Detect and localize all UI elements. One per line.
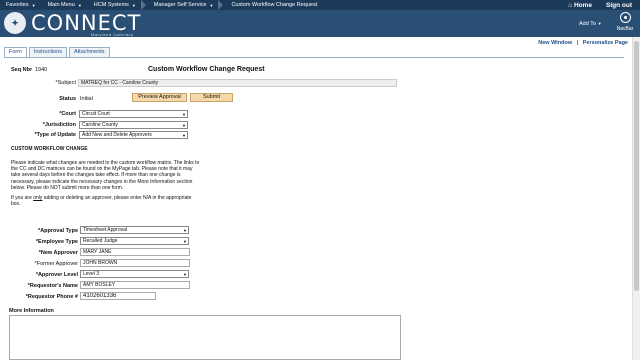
chevron-down-icon: ▼ bbox=[31, 2, 36, 8]
subject-field[interactable]: MATREQ for CC - Caroline County bbox=[78, 79, 397, 87]
home-link[interactable]: ⌂ Home bbox=[568, 2, 592, 9]
requestor-name-label: *Requestor's Name bbox=[27, 283, 78, 289]
tab-bar: Form Instructions Attachments bbox=[4, 47, 624, 58]
navbar-label: NavBar bbox=[616, 26, 634, 32]
page-title: Custom Workflow Change Request bbox=[148, 66, 265, 73]
subject-label: *Subject bbox=[55, 80, 77, 86]
personalize-link[interactable]: Personalize Page bbox=[583, 40, 628, 46]
requestor-name-field[interactable]: AMY BOSLEY bbox=[80, 281, 190, 289]
type-of-update-label: *Type of Update bbox=[34, 132, 76, 138]
navbar-button[interactable]: NavBar bbox=[612, 12, 638, 36]
jurisdiction-label: *Jurisdiction bbox=[42, 122, 76, 128]
jurisdiction-select[interactable]: Caroline County ▼ bbox=[79, 121, 188, 129]
employee-type-value: Recalled Judge bbox=[83, 238, 118, 244]
approver-level-label: *Approver Level bbox=[35, 272, 78, 278]
more-info-label: More Information bbox=[9, 308, 54, 314]
approver-level-value: Level 3 bbox=[83, 271, 100, 277]
chevron-down-icon: ▼ bbox=[182, 123, 186, 128]
breadcrumb-hcm-label: HCM Systems bbox=[93, 2, 129, 8]
chevron-down-icon: ▼ bbox=[209, 2, 214, 8]
jurisdiction-value: Caroline County bbox=[82, 122, 118, 128]
tab-attachments[interactable]: Attachments bbox=[68, 47, 110, 57]
employee-type-select[interactable]: Recalled Judge ▼ bbox=[80, 237, 189, 245]
logo-mark-icon: ✦ bbox=[4, 12, 26, 34]
requestor-phone-field[interactable]: 4102601336 bbox=[80, 292, 156, 300]
nav-favorites-label: Favorites bbox=[6, 2, 29, 8]
new-approver-label: *New Approver bbox=[38, 250, 78, 256]
former-approver-label: *Former Approver bbox=[34, 261, 78, 267]
nav-favorites[interactable]: Favorites ▼ bbox=[0, 0, 42, 10]
home-label: Home bbox=[573, 1, 592, 9]
approval-type-label: *Approval Type bbox=[38, 228, 78, 234]
note-prefix: If you are bbox=[11, 195, 34, 201]
tab-instructions[interactable]: Instructions bbox=[28, 47, 67, 57]
chevron-down-icon: ▼ bbox=[77, 2, 82, 8]
top-nav: Favorites ▼ Main Menu ▼ HCM Systems ▼ Manag… bbox=[0, 0, 640, 10]
court-label: *Court bbox=[59, 111, 76, 117]
add-to-label: Add To bbox=[579, 21, 597, 27]
type-of-update-value: Add New and Delete Approvers bbox=[82, 132, 152, 138]
breadcrumb-current: Custom Workflow Change Request bbox=[225, 0, 323, 10]
link-separator: | bbox=[576, 40, 579, 46]
chevron-down-icon: ▼ bbox=[183, 239, 187, 244]
breadcrumb-mss[interactable]: Manager Self Service ▼ bbox=[148, 0, 226, 10]
logo-text: CONNECT bbox=[31, 11, 142, 35]
approval-type-select[interactable]: Timesheet Approval ▼ bbox=[80, 226, 189, 234]
nav-main-menu[interactable]: Main Menu ▼ bbox=[42, 0, 88, 10]
section-title: CUSTOM WORKFLOW CHANGE bbox=[11, 146, 88, 152]
add-to-menu[interactable]: Add To ▼ bbox=[579, 21, 602, 27]
employee-type-label: *Employee Type bbox=[35, 239, 78, 245]
scrollbar-thumb[interactable] bbox=[634, 41, 639, 291]
submit-button[interactable]: Submit bbox=[190, 93, 233, 102]
seq-label: Seq Nbr bbox=[11, 67, 33, 73]
more-info-textarea[interactable] bbox=[9, 315, 401, 360]
compass-icon bbox=[619, 12, 631, 23]
tab-form[interactable]: Form bbox=[4, 47, 27, 57]
new-window-link[interactable]: New Window bbox=[538, 40, 572, 46]
status-label: Status bbox=[59, 96, 76, 102]
nav-main-menu-label: Main Menu bbox=[47, 2, 75, 8]
chevron-down-icon: ▼ bbox=[182, 112, 186, 117]
breadcrumb-hcm[interactable]: HCM Systems ▼ bbox=[88, 0, 148, 10]
court-select[interactable]: Circuit Court ▼ bbox=[79, 110, 188, 118]
chevron-down-icon: ▼ bbox=[131, 2, 136, 8]
chevron-down-icon: ▼ bbox=[597, 21, 602, 26]
chevron-down-icon: ▼ bbox=[183, 228, 187, 233]
preview-approval-button[interactable]: Preview Approval bbox=[132, 93, 187, 102]
logo-subtitle: Maryland Judiciary bbox=[91, 32, 134, 37]
chevron-down-icon: ▼ bbox=[182, 133, 186, 138]
signout-link[interactable]: Sign out bbox=[606, 2, 632, 9]
logo: ✦ CONNECT Maryland Judiciary bbox=[4, 11, 142, 37]
new-approver-field[interactable]: MARY JANE bbox=[80, 248, 190, 256]
approver-level-select[interactable]: Level 3 ▼ bbox=[80, 270, 189, 278]
requestor-phone-label: *Requestor Phone # bbox=[25, 294, 78, 300]
breadcrumb-mss-label: Manager Self Service bbox=[153, 2, 207, 8]
home-icon: ⌂ bbox=[568, 1, 573, 9]
approval-type-value: Timesheet Approval bbox=[83, 227, 128, 233]
banner: ✦ CONNECT Maryland Judiciary Add To ▼ Na… bbox=[0, 10, 640, 37]
chevron-down-icon: ▼ bbox=[183, 272, 187, 277]
type-of-update-select[interactable]: Add New and Delete Approvers ▼ bbox=[79, 131, 188, 139]
status-value: Initial bbox=[80, 96, 93, 102]
court-value: Circuit Court bbox=[82, 111, 110, 117]
breadcrumb-current-label: Custom Workflow Change Request bbox=[231, 2, 318, 8]
instructions-note: If you are only adding or deleting an ap… bbox=[11, 195, 201, 207]
vertical-scrollbar[interactable] bbox=[632, 37, 640, 360]
page-links: New Window | Personalize Page bbox=[535, 40, 628, 46]
former-approver-field[interactable]: JOHN BROWN bbox=[80, 259, 190, 267]
instructions-text: Please indicate what changes are needed … bbox=[11, 160, 200, 191]
seq-value: 1940 bbox=[35, 67, 48, 73]
